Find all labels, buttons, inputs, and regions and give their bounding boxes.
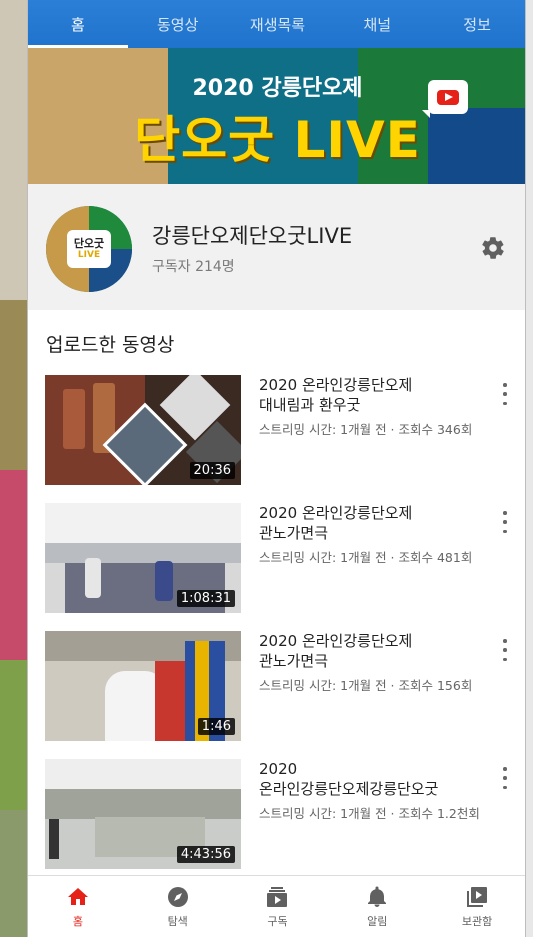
- video-title[interactable]: 2020 온라인강릉단오제 관노가면극: [259, 631, 489, 671]
- nav-notifications[interactable]: 알림: [327, 876, 427, 937]
- video-duration: 20:36: [189, 462, 235, 479]
- more-options-icon[interactable]: [498, 383, 512, 405]
- video-item[interactable]: 20:36 2020 온라인강릉단오제 대내림과 환우굿 스트리밍 시간: 1개…: [28, 375, 525, 485]
- section-title-uploads: 업로드한 동영상: [46, 334, 175, 356]
- video-meta: 스트리밍 시간: 1개월 전 · 조회수 156회: [259, 678, 473, 693]
- channel-header: 단오굿 LIVE 강릉단오제단오굿LIVE 구독자 214명: [28, 184, 525, 310]
- youtube-logo-icon: [422, 80, 468, 118]
- video-thumbnail[interactable]: 1:08:31: [45, 503, 241, 613]
- video-duration: 1:08:31: [176, 590, 235, 607]
- video-item[interactable]: 4:43:56 2020 온라인강릉단오제강릉단오굿 스트리밍 시간: 1개월 …: [28, 759, 525, 869]
- video-title[interactable]: 2020 온라인강릉단오제강릉단오굿: [259, 759, 489, 799]
- bottom-navigation: 홈 탐색 구독 알림 보관함: [28, 875, 525, 937]
- nav-label: 알림: [367, 915, 388, 928]
- video-duration: 1:46: [197, 718, 235, 735]
- compass-icon: [165, 884, 191, 910]
- nav-label: 보관함: [461, 915, 493, 928]
- video-meta: 스트리밍 시간: 1개월 전 · 조회수 1.2천회: [259, 806, 480, 821]
- tab-playlists[interactable]: 재생목록: [228, 0, 328, 48]
- video-thumbnail[interactable]: 1:46: [45, 631, 241, 741]
- video-thumbnail[interactable]: 20:36: [45, 375, 241, 485]
- video-item[interactable]: 1:46 2020 온라인강릉단오제 관노가면극 스트리밍 시간: 1개월 전 …: [28, 631, 525, 741]
- video-item[interactable]: 1:08:31 2020 온라인강릉단오제 관노가면극 스트리밍 시간: 1개월…: [28, 503, 525, 613]
- subscriber-count: 구독자 214명: [152, 259, 235, 275]
- channel-tab-bar: 홈 동영상 재생목록 채널 정보: [28, 0, 525, 48]
- video-title[interactable]: 2020 온라인강릉단오제 대내림과 환우굿: [259, 375, 489, 415]
- nav-home[interactable]: 홈: [28, 876, 128, 937]
- video-title[interactable]: 2020 온라인강릉단오제 관노가면극: [259, 503, 489, 543]
- tab-about[interactable]: 정보: [427, 0, 525, 48]
- youtube-channel-screen: 홈 동영상 재생목록 채널 정보 2020 강릉단오제 단오굿 LIVE 단오굿…: [27, 0, 526, 937]
- subscriptions-icon: [264, 884, 290, 910]
- nav-label: 홈: [72, 915, 83, 928]
- more-options-icon[interactable]: [498, 767, 512, 789]
- channel-name: 강릉단오제단오굿LIVE: [152, 224, 353, 248]
- nav-label: 탐색: [167, 915, 188, 928]
- nav-subscriptions[interactable]: 구독: [228, 876, 328, 937]
- avatar-text-live: LIVE: [77, 250, 101, 260]
- nav-label: 구독: [267, 915, 288, 928]
- nav-library[interactable]: 보관함: [427, 876, 525, 937]
- avatar-text: 단오굿: [73, 237, 105, 250]
- video-meta: 스트리밍 시간: 1개월 전 · 조회수 481회: [259, 550, 473, 565]
- gear-icon[interactable]: [480, 235, 506, 261]
- video-duration: 4:43:56: [176, 846, 235, 863]
- library-icon: [464, 884, 490, 910]
- channel-banner: 2020 강릉단오제 단오굿 LIVE: [28, 48, 525, 184]
- tab-home[interactable]: 홈: [28, 0, 128, 48]
- bell-icon: [364, 884, 390, 910]
- video-thumbnail[interactable]: 4:43:56: [45, 759, 241, 869]
- background-photo-strip-left: [0, 0, 27, 937]
- channel-avatar[interactable]: 단오굿 LIVE: [46, 206, 132, 292]
- more-options-icon[interactable]: [498, 511, 512, 533]
- nav-explore[interactable]: 탐색: [128, 876, 228, 937]
- tab-channels[interactable]: 채널: [327, 0, 427, 48]
- tab-videos[interactable]: 동영상: [128, 0, 228, 48]
- home-icon: [65, 884, 91, 910]
- background-strip-right: [526, 0, 533, 937]
- video-meta: 스트리밍 시간: 1개월 전 · 조회수 346회: [259, 422, 473, 437]
- more-options-icon[interactable]: [498, 639, 512, 661]
